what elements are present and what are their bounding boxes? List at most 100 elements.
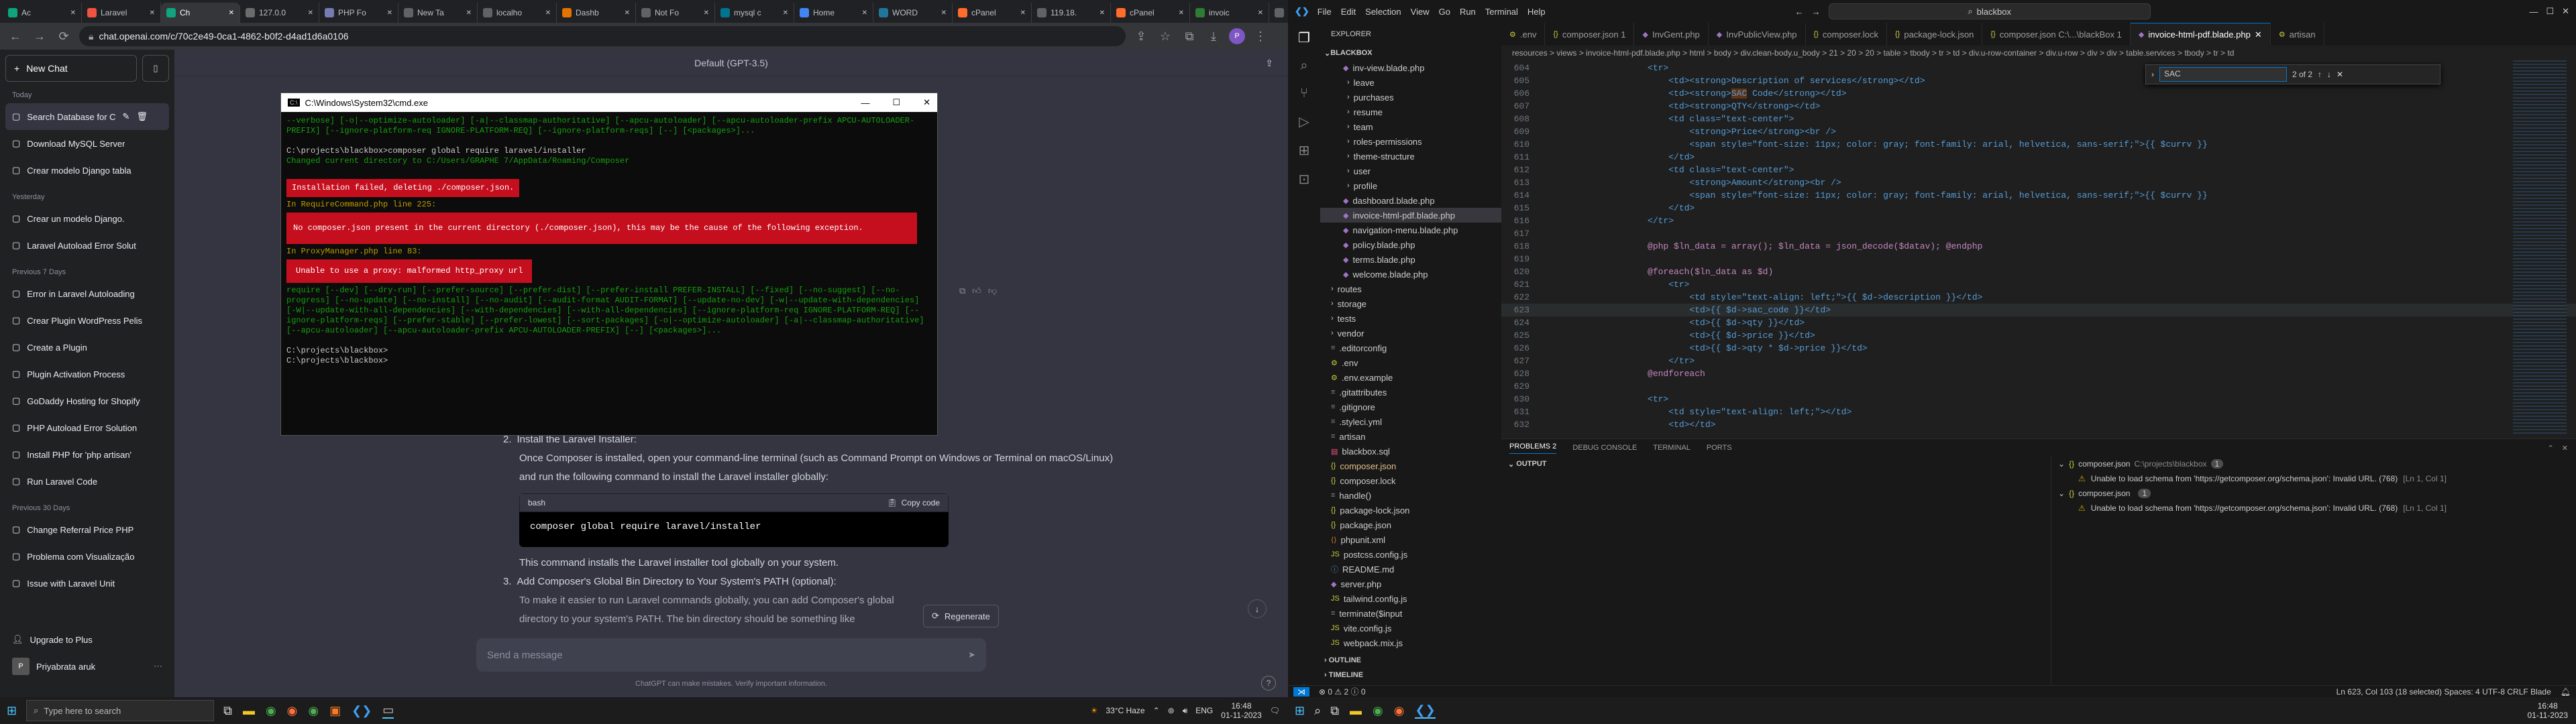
file-item[interactable]: {} composer.json <box>1320 459 1501 473</box>
file-item[interactable]: ◆ invoice-html-pdf.blade.php <box>1320 208 1501 223</box>
maximize-panel-icon[interactable]: ⌃ <box>2548 444 2554 452</box>
history-item[interactable]: ▢ Run Laravel Code <box>5 468 169 495</box>
breadcrumb[interactable]: resources > views > invoice-html-pdf.bla… <box>1501 46 2576 60</box>
firefox-icon[interactable]: ◉ <box>1394 704 1405 718</box>
code-line[interactable]: 626 <td>{{ $d->qty * $d->price }}</td> <box>1501 342 2576 355</box>
file-item[interactable]: ≡ .gitattributes <box>1320 385 1501 400</box>
browser-tab[interactable]: Not Fo ✕ <box>636 3 715 23</box>
folder-item[interactable]: › team <box>1320 119 1501 134</box>
browser-tab[interactable]: PHP Fo ✕ <box>319 3 398 23</box>
browser-tab[interactable]: WORD ✕ <box>873 3 953 23</box>
browser-tab[interactable]: New Ta ✕ <box>398 3 478 23</box>
windows-start-icon[interactable]: ⊞ <box>7 704 17 718</box>
clock[interactable]: 16:48 01-11-2023 <box>1221 701 1262 720</box>
remote-icon[interactable]: ⊡ <box>1299 171 1310 188</box>
file-item[interactable]: ≡ .editorconfig <box>1320 341 1501 355</box>
history-item[interactable]: ▢ Issue with Laravel Unit <box>5 570 169 597</box>
cmd-output[interactable]: --verbose] [-o|--optimize-autoloader] [-… <box>281 112 937 370</box>
clock[interactable]: 16:48 01-11-2023 <box>2528 701 2569 720</box>
menu-item-help[interactable]: Help <box>1527 7 1546 17</box>
file-item[interactable]: ≡ artisan <box>1320 429 1501 444</box>
file-item[interactable]: ◆ inv-view.blade.php <box>1320 60 1501 75</box>
code-line[interactable]: 625 <td>{{ $d->price }}</td> <box>1501 329 2576 342</box>
editor-tab[interactable]: ⚙ .env <box>1501 23 1546 46</box>
code-line[interactable]: 615 </td> <box>1501 202 2576 215</box>
help-icon[interactable]: ? <box>1261 676 1276 690</box>
file-item[interactable]: JS tailwind.config.js <box>1320 591 1501 606</box>
folder-item[interactable]: › purchases <box>1320 90 1501 105</box>
code-line[interactable]: 613 <strong>Amount</strong><br /> <box>1501 176 2576 189</box>
file-item[interactable]: ≡ handle() <box>1320 488 1501 503</box>
status-right[interactable]: Ln 623, Col 103 (18 selected) Spaces: 4 … <box>2337 687 2551 697</box>
browser-tab[interactable]: 119.18. ✕ <box>1032 3 1111 23</box>
status-problems[interactable]: ⊗ 0 ⚠ 2 ⓘ 0 <box>1319 686 1366 697</box>
code-line[interactable]: 611 </td> <box>1501 151 2576 164</box>
code-line[interactable]: 632 <td></td> <box>1501 418 2576 431</box>
arrow-down-icon[interactable]: ↓ <box>2327 70 2331 79</box>
menu-kebab-icon[interactable]: ⋮ <box>1252 27 1269 45</box>
tab-close-icon[interactable]: ✕ <box>466 9 472 17</box>
weather-text[interactable]: 33°C Haze <box>1106 706 1144 715</box>
maximize-icon[interactable]: ☐ <box>2546 6 2554 17</box>
tab-close-icon[interactable]: ✕ <box>308 9 313 17</box>
close-icon[interactable]: ✕ <box>923 97 930 108</box>
code-line[interactable]: 623 <td>{{ $d->sac_code }}</td> <box>1501 304 2576 316</box>
history-item[interactable]: ▢ Crear Plugin WordPress Pelis <box>5 307 169 334</box>
close-icon[interactable]: ✕ <box>2562 6 2569 17</box>
close-icon[interactable]: ✕ <box>2337 70 2343 79</box>
folder-item[interactable]: › profile <box>1320 178 1501 193</box>
folder-item[interactable]: › roles-permissions <box>1320 134 1501 149</box>
extensions-icon[interactable]: ⊞ <box>1299 142 1310 159</box>
profile-avatar[interactable]: P <box>1229 28 1245 44</box>
code-line[interactable]: 609 <strong>Price</strong><br /> <box>1501 125 2576 138</box>
folder-item[interactable]: › storage <box>1320 296 1501 311</box>
tab-close-icon[interactable]: ✕ <box>1179 9 1184 17</box>
nav-forward-icon[interactable]: → <box>1812 7 1821 17</box>
folder-item[interactable]: › user <box>1320 164 1501 178</box>
language-indicator[interactable]: ENG <box>1195 706 1213 715</box>
history-item[interactable]: ▢ Download MySQL Server <box>5 130 169 157</box>
files-icon[interactable]: ❐ <box>1298 29 1310 46</box>
editor-tab[interactable]: ⚙ artisan <box>2271 23 2324 46</box>
browser-tab[interactable]: Ch ✕ <box>161 3 240 23</box>
tab-close-icon[interactable]: ✕ <box>1020 9 1026 17</box>
firefox-icon[interactable]: ◉ <box>287 704 298 718</box>
history-item[interactable]: ▢ Search Database for C ✎ 🗑︎ <box>5 103 169 130</box>
file-item[interactable]: {} package.json <box>1320 518 1501 532</box>
menu-item-run[interactable]: Run <box>1460 7 1476 17</box>
file-item[interactable]: ⓘ README.md <box>1320 562 1501 577</box>
browser-tab[interactable]: Home ✕ <box>794 3 873 23</box>
tab-close-icon[interactable]: ✕ <box>229 9 234 17</box>
file-item[interactable]: ◆ terms.blade.php <box>1320 252 1501 267</box>
code-line[interactable]: 628 @endforeach <box>1501 367 2576 380</box>
editor-tab[interactable]: {} composer.json 1 <box>1545 23 1635 46</box>
tab-close-icon[interactable]: ✕ <box>862 9 867 17</box>
history-item[interactable]: ▢ Plugin Activation Process <box>5 361 169 387</box>
timeline-section[interactable]: › TIMELINE <box>1320 668 1501 682</box>
model-label[interactable]: Default (GPT-3.5) <box>694 58 768 68</box>
source-control-icon[interactable]: ⑂ <box>1300 86 1308 101</box>
thumbs-up-icon[interactable]: 👍︎ <box>972 286 981 296</box>
code-line[interactable]: 606 <td><strong>SAC Code</strong></td> <box>1501 87 2576 100</box>
code-line[interactable]: 622 <td style="text-align: left;">{{ $d-… <box>1501 291 2576 304</box>
problem-file-row[interactable]: ⌄ {} composer.json 1 <box>2058 486 2568 501</box>
arrow-up-icon[interactable]: ↑ <box>2318 70 2322 79</box>
menu-item-terminal[interactable]: Terminal <box>1485 7 1518 17</box>
delete-icon[interactable]: 🗑︎ <box>136 111 148 122</box>
history-item[interactable]: ▢ Create a Plugin <box>5 334 169 361</box>
tab-close-icon[interactable]: ✕ <box>783 9 788 17</box>
code-editor[interactable]: 604 <tr> 605 <td><strong>Description of s… <box>1501 60 2576 438</box>
edit-icon[interactable]: ✎ <box>123 111 130 122</box>
history-item[interactable]: ▢ Laravel Autoload Error Solut <box>5 232 169 259</box>
file-item[interactable]: ⚙ .env.example <box>1320 370 1501 385</box>
file-item[interactable]: ◆ welcome.blade.php <box>1320 267 1501 282</box>
bell-icon[interactable]: 🔔︎ <box>2561 687 2571 697</box>
file-item[interactable]: JS postcss.config.js <box>1320 547 1501 562</box>
minimap[interactable] <box>2513 60 2567 436</box>
code-line[interactable]: 624 <td>{{ $d->qty }}</td> <box>1501 316 2576 329</box>
problem-row[interactable]: ⚠ Unable to load schema from 'https://get… <box>2058 471 2568 486</box>
minimize-icon[interactable]: — <box>861 98 869 108</box>
network-icon[interactable]: ⊚ <box>1168 706 1175 715</box>
browser-tab[interactable]: invoic ✕ <box>1190 3 1269 23</box>
file-explorer-icon[interactable]: ▬ <box>243 704 255 718</box>
